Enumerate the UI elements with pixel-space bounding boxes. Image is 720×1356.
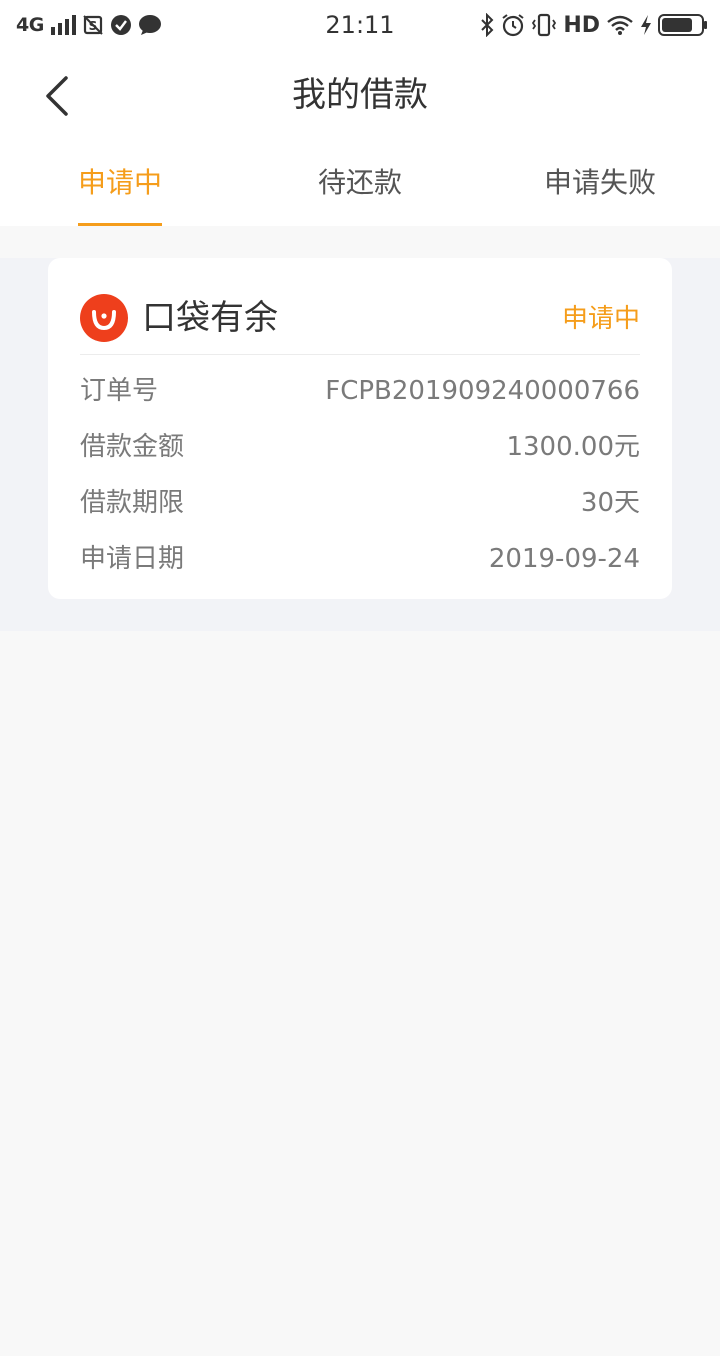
vibrate-icon: [531, 13, 557, 37]
loan-status: 申请中: [561, 304, 640, 334]
product-name: 口袋有余: [142, 298, 278, 338]
card-divider: [80, 354, 640, 355]
status-bar: 4G S: [0, 0, 720, 50]
loan-term-value: 30天: [580, 488, 640, 518]
hd-indicator: HD: [563, 12, 600, 38]
apply-date-value: 2019-09-24: [488, 544, 640, 574]
status-right-group: HD: [479, 10, 708, 40]
apply-date-label: 申请日期: [80, 544, 185, 574]
product-logo: [80, 294, 128, 342]
loan-amount-value: 1300.00元: [506, 432, 640, 462]
order-number-label: 订单号: [80, 376, 159, 406]
apply-date-row: 申请日期 2019-09-24: [80, 539, 640, 579]
loan-list: 口袋有余 申请中 订单号 FCPB201909240000766 借款金额 13…: [0, 258, 720, 631]
page-title: 我的借款: [292, 75, 428, 115]
nav-bar: 我的借款: [0, 50, 720, 140]
tab-pending-repayment[interactable]: 待还款: [240, 140, 480, 226]
loan-amount-label: 借款金额: [80, 432, 185, 462]
battery-icon: [658, 13, 708, 37]
tab-bar: 申请中 待还款 申请失败: [0, 140, 720, 226]
active-tab-indicator: [78, 223, 162, 226]
alarm-clock-icon: [501, 13, 525, 37]
smile-logo-icon: [92, 310, 116, 331]
loan-card[interactable]: 口袋有余 申请中 订单号 FCPB201909240000766 借款金额 13…: [48, 258, 672, 599]
loan-term-row: 借款期限 30天: [80, 483, 640, 523]
order-number-row: 订单号 FCPB201909240000766: [80, 371, 640, 411]
loan-amount-row: 借款金额 1300.00元: [80, 427, 640, 467]
tab-application-failed[interactable]: 申请失败: [480, 140, 720, 226]
charging-bolt-icon: [640, 14, 652, 36]
tab-applying[interactable]: 申请中: [0, 140, 240, 226]
loan-term-label: 借款期限: [80, 488, 185, 518]
wifi-icon: [606, 14, 634, 36]
loan-card-header: 口袋有余 申请中: [80, 292, 640, 356]
bluetooth-icon: [479, 13, 495, 37]
order-number-value: FCPB201909240000766: [325, 376, 640, 406]
